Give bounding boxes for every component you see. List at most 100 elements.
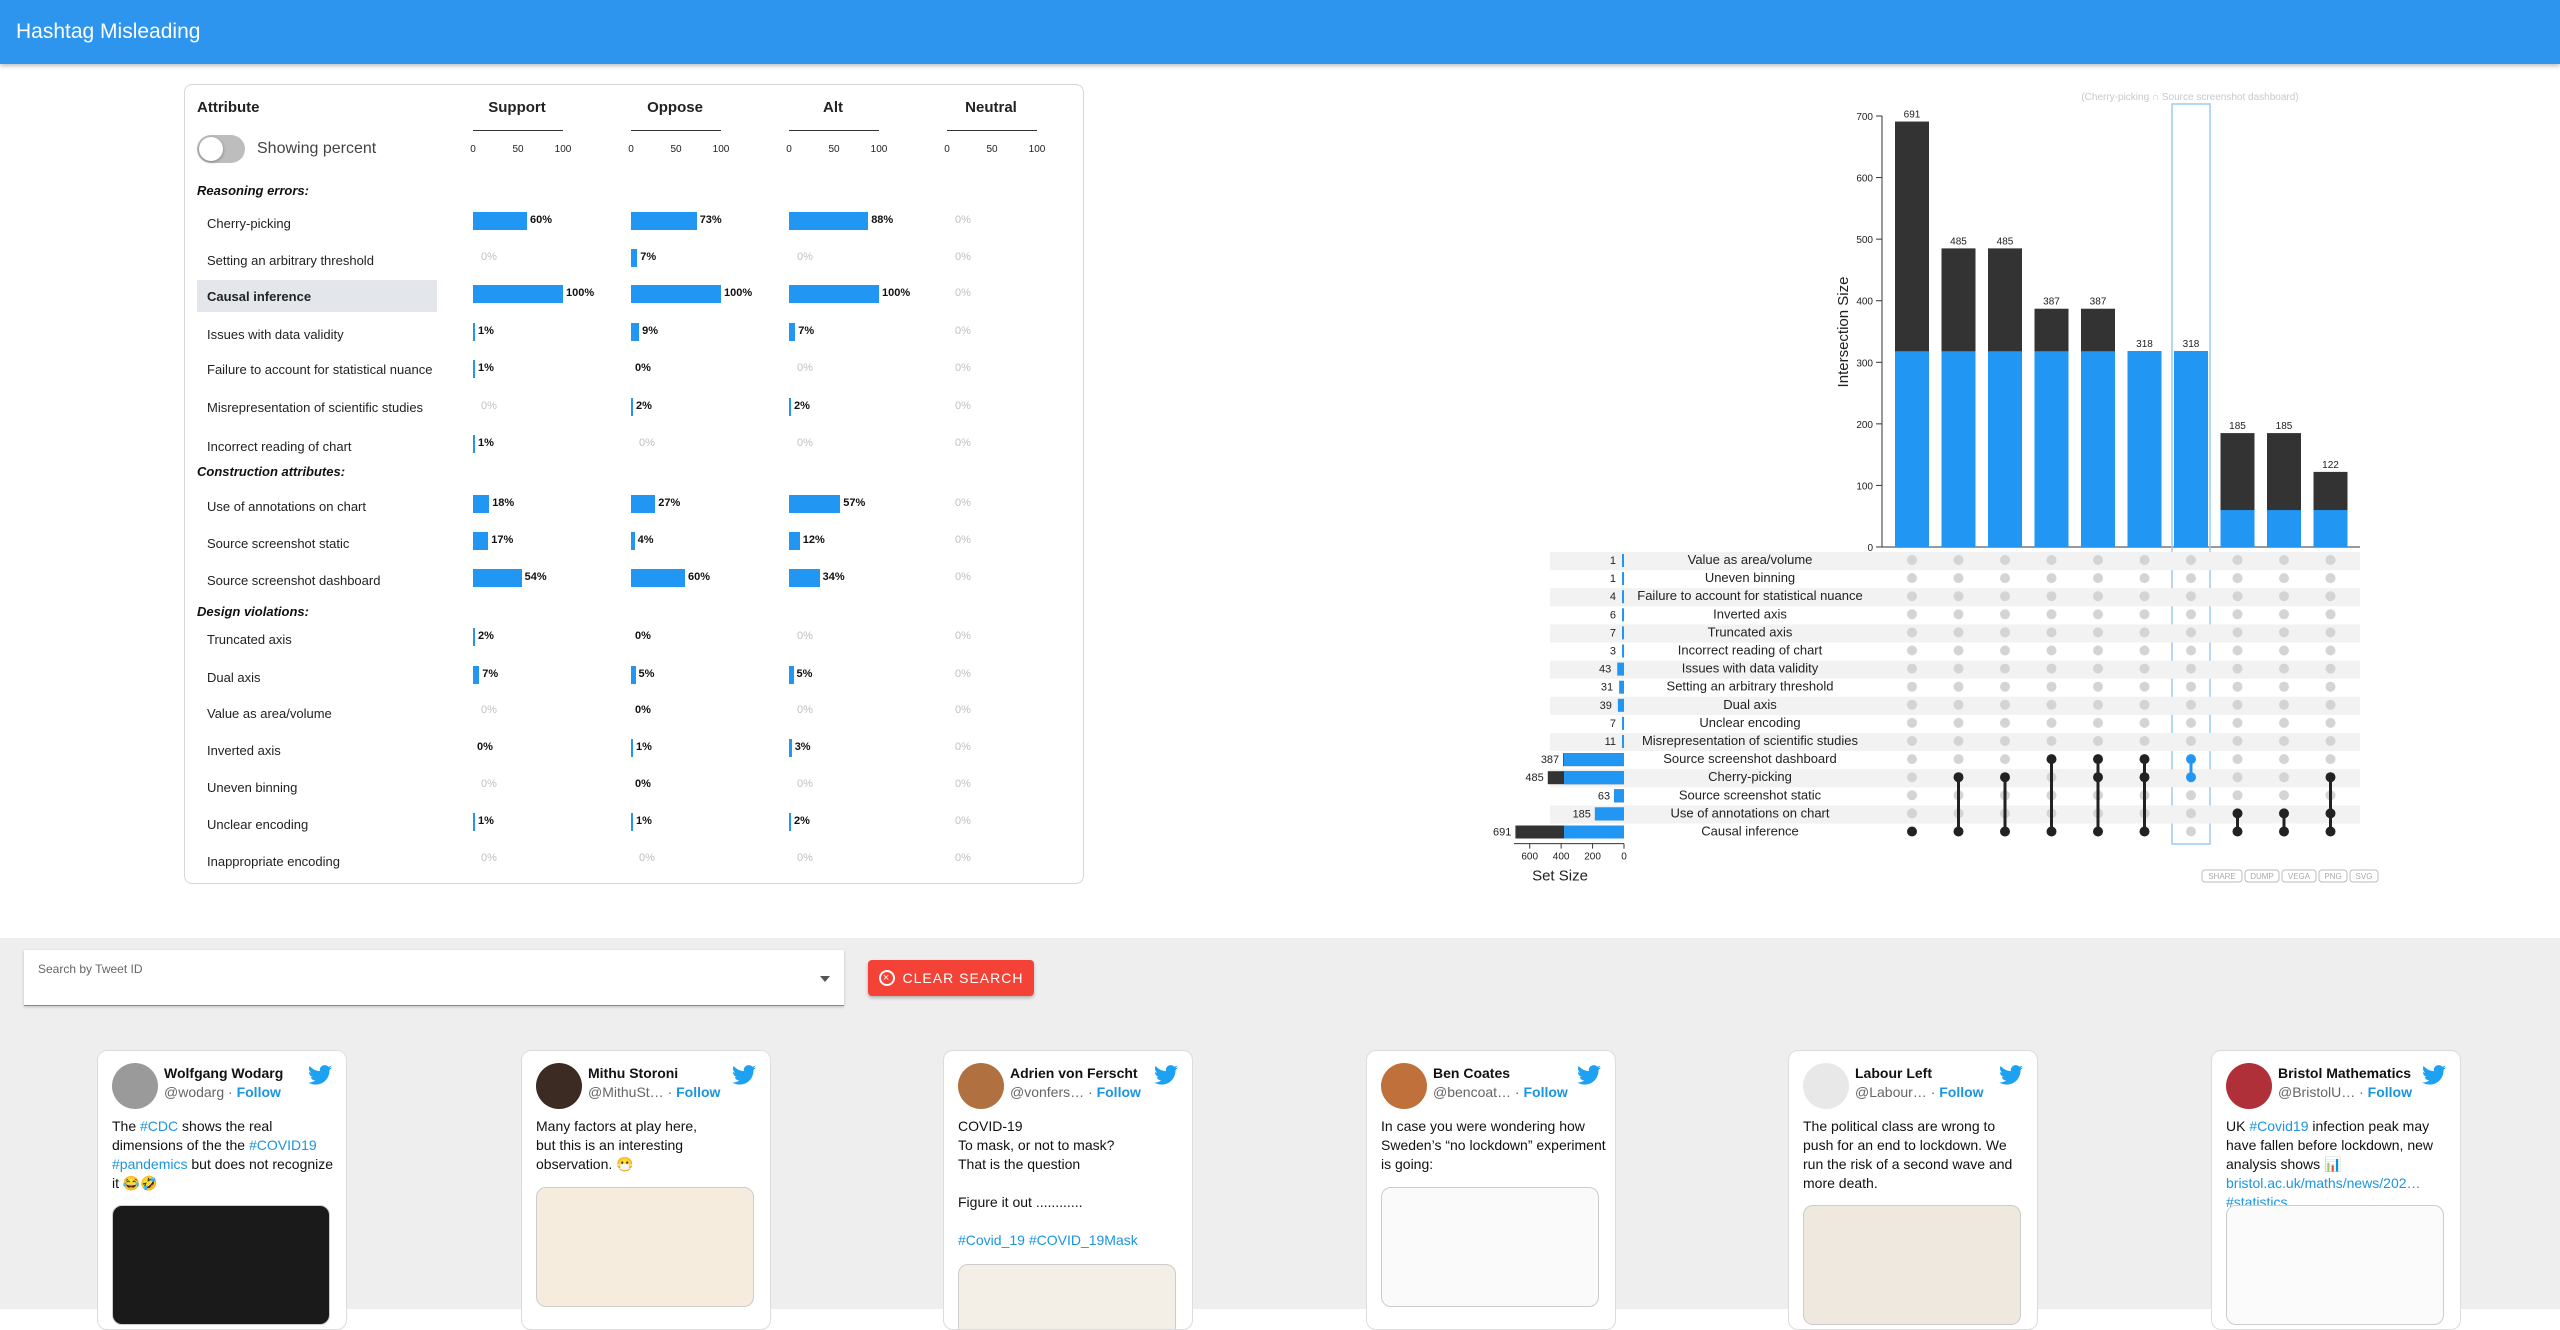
attribute-bar-cell[interactable]: 17% <box>473 531 623 551</box>
attribute-bar-cell[interactable]: 0% <box>947 849 1097 869</box>
attribute-bar-cell[interactable]: 0% <box>947 775 1097 795</box>
tweet-card[interactable]: Ben Coates @bencoat… · Follow In case you … <box>1366 1050 1616 1330</box>
attribute-row-label[interactable]: Unclear encoding <box>197 808 437 840</box>
attribute-row-label[interactable]: Inverted axis <box>197 734 437 766</box>
tweet-handle[interactable]: @wodarg · <box>164 1084 237 1100</box>
attribute-row-label[interactable]: Incorrect reading of chart <box>197 430 437 462</box>
follow-button[interactable]: Follow <box>2368 1084 2412 1100</box>
attribute-row-label[interactable]: Use of annotations on chart <box>197 490 437 522</box>
attribute-bar-cell[interactable]: 100% <box>473 284 623 304</box>
attribute-bar-cell[interactable]: 9% <box>631 322 781 342</box>
attribute-bar-cell[interactable]: 0% <box>947 359 1097 379</box>
attribute-bar-cell[interactable]: 0% <box>789 849 939 869</box>
attribute-bar-cell[interactable]: 0% <box>631 359 781 379</box>
hashtag-link[interactable]: #pandemics <box>112 1156 188 1172</box>
tweet-avatar[interactable] <box>1803 1063 1849 1109</box>
attribute-bar-cell[interactable]: 5% <box>631 665 781 685</box>
tweet-card[interactable]: Adrien von Ferscht @vonfers… · Follow COVI… <box>943 1050 1193 1330</box>
attribute-bar-cell[interactable]: 4% <box>631 531 781 551</box>
tweet-media-image[interactable] <box>2226 1205 2444 1325</box>
attribute-bar-cell[interactable]: 0% <box>789 359 939 379</box>
attribute-row-label[interactable]: Cherry-picking <box>197 207 437 239</box>
tweet-author-name[interactable]: Ben Coates <box>1433 1065 1510 1081</box>
attribute-row-label[interactable]: Failure to account for statistical nuanc… <box>197 351 437 387</box>
tweet-media-image[interactable] <box>1803 1205 2021 1325</box>
tweet-media-image[interactable] <box>536 1187 754 1307</box>
dropdown-caret-icon[interactable] <box>820 976 830 982</box>
attribute-bar-cell[interactable]: 3% <box>789 738 939 758</box>
attribute-row-label[interactable]: Inappropriate encoding <box>197 845 437 877</box>
follow-button[interactable]: Follow <box>1523 1084 1567 1100</box>
attribute-bar-cell[interactable]: 0% <box>789 775 939 795</box>
attribute-bar-cell[interactable]: 0% <box>789 627 939 647</box>
tweet-avatar[interactable] <box>958 1063 1004 1109</box>
hashtag-link[interactable]: #Covid_19 <box>958 1232 1025 1248</box>
attribute-row-label[interactable]: Issues with data validity <box>197 318 437 350</box>
attribute-bar-cell[interactable]: 88% <box>789 211 939 231</box>
attribute-bar-cell[interactable]: 0% <box>947 531 1097 551</box>
column-header-support[interactable]: Support <box>488 99 546 116</box>
tweet-avatar[interactable] <box>1381 1063 1427 1109</box>
attribute-bar-cell[interactable]: 60% <box>473 211 623 231</box>
tweet-id-search-input[interactable]: Search by Tweet ID <box>24 950 844 1006</box>
attribute-bar-cell[interactable]: 0% <box>473 248 623 268</box>
column-header-oppose[interactable]: Oppose <box>647 99 703 116</box>
attribute-bar-cell[interactable]: 0% <box>947 738 1097 758</box>
attribute-bar-cell[interactable]: 0% <box>631 701 781 721</box>
attribute-row-label[interactable]: Causal inference <box>197 280 437 312</box>
tweet-handle[interactable]: @MithuSt… · <box>588 1084 676 1100</box>
tweet-author-name[interactable]: Wolfgang Wodarg <box>164 1065 283 1081</box>
attribute-bar-cell[interactable]: 0% <box>947 701 1097 721</box>
tweet-author-name[interactable]: Bristol Mathematics <box>2278 1065 2411 1081</box>
attribute-bar-cell[interactable]: 0% <box>947 568 1097 588</box>
follow-button[interactable]: Follow <box>1939 1084 1983 1100</box>
tweet-avatar[interactable] <box>2226 1063 2272 1109</box>
attribute-bar-cell[interactable]: 7% <box>789 322 939 342</box>
twitter-bird-icon[interactable] <box>1999 1065 2023 1085</box>
column-header-alt[interactable]: Alt <box>823 99 843 116</box>
tweet-avatar[interactable] <box>112 1063 158 1109</box>
attribute-row-label[interactable]: Dual axis <box>197 661 437 693</box>
attribute-bar-cell[interactable]: 2% <box>789 397 939 417</box>
twitter-bird-icon[interactable] <box>1577 1065 1601 1085</box>
attribute-bar-cell[interactable]: 18% <box>473 494 623 514</box>
attribute-bar-cell[interactable]: 0% <box>947 248 1097 268</box>
attribute-bar-cell[interactable]: 0% <box>947 494 1097 514</box>
tweet-media-image[interactable] <box>112 1205 330 1325</box>
toggle-knob[interactable] <box>199 137 223 161</box>
twitter-bird-icon[interactable] <box>732 1065 756 1085</box>
twitter-bird-icon[interactable] <box>1154 1065 1178 1085</box>
hashtag-link[interactable]: #Covid19 <box>2249 1118 2308 1134</box>
attribute-bar-cell[interactable]: 0% <box>631 775 781 795</box>
attribute-bar-cell[interactable]: 0% <box>947 812 1097 832</box>
clear-search-button[interactable]: × CLEAR SEARCH <box>868 960 1034 996</box>
follow-button[interactable]: Follow <box>1097 1084 1141 1100</box>
attribute-bar-cell[interactable]: 2% <box>473 627 623 647</box>
tweet-avatar[interactable] <box>536 1063 582 1109</box>
attribute-bar-cell[interactable]: 0% <box>473 849 623 869</box>
attribute-bar-cell[interactable]: 0% <box>947 211 1097 231</box>
twitter-bird-icon[interactable] <box>2422 1065 2446 1085</box>
attribute-bar-cell[interactable]: 2% <box>631 397 781 417</box>
attribute-bar-cell[interactable]: 0% <box>631 849 781 869</box>
attribute-bar-cell[interactable]: 12% <box>789 531 939 551</box>
hashtag-link[interactable]: #CDC <box>140 1118 178 1134</box>
attribute-bar-cell[interactable]: 73% <box>631 211 781 231</box>
twitter-bird-icon[interactable] <box>308 1065 332 1085</box>
column-header-neutral[interactable]: Neutral <box>965 99 1017 116</box>
attribute-bar-cell[interactable]: 0% <box>947 627 1097 647</box>
attribute-bar-cell[interactable]: 34% <box>789 568 939 588</box>
attribute-bar-cell[interactable]: 0% <box>947 665 1097 685</box>
attribute-bar-cell[interactable]: 1% <box>473 322 623 342</box>
follow-button[interactable]: Follow <box>676 1084 720 1100</box>
attribute-bar-cell[interactable]: 0% <box>789 434 939 454</box>
tweet-author-name[interactable]: Labour Left <box>1855 1065 1932 1081</box>
attribute-bar-cell[interactable]: 0% <box>631 434 781 454</box>
attribute-row-label[interactable]: Uneven binning <box>197 771 437 803</box>
attribute-bar-cell[interactable]: 0% <box>631 627 781 647</box>
tweet-handle[interactable]: @Labour… · <box>1855 1084 1939 1100</box>
attribute-bar-cell[interactable]: 0% <box>473 701 623 721</box>
attribute-bar-cell[interactable]: 0% <box>473 775 623 795</box>
tweet-author-name[interactable]: Adrien von Ferscht <box>1010 1065 1138 1081</box>
tweet-media-image[interactable] <box>1381 1187 1599 1307</box>
